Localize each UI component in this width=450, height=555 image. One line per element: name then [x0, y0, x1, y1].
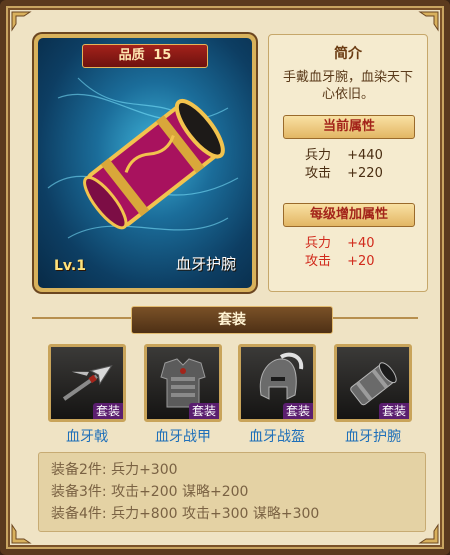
set-bonus-line: 装备3件: 攻击+200 谋略+200 [51, 484, 249, 500]
growth-stat-row: 兵力 +40 [305, 235, 375, 253]
set-piece-slot[interactable]: 套装 [144, 344, 222, 422]
set-piece-name[interactable]: 血牙戟 [48, 426, 126, 446]
quality-label: 品质 [118, 48, 145, 63]
stat-value: +20 [347, 254, 375, 269]
set-piece-slot[interactable]: 套装 [238, 344, 316, 422]
growth-stat-row: 攻击 +20 [305, 253, 375, 271]
set-bonus-line: 装备4件: 兵力+800 攻击+300 谋略+300 [51, 506, 320, 522]
corner-ornament-icon [418, 10, 440, 32]
set-piece-name[interactable]: 血牙战盔 [238, 426, 316, 446]
set-piece-halberd[interactable]: 套装 血牙戟 [48, 344, 126, 446]
stat-value: +40 [347, 236, 375, 251]
set-piece-helmet[interactable]: 套装 血牙战盔 [238, 344, 316, 446]
item-description: 手戴血牙腕，血染天下心依旧。 [282, 70, 413, 102]
corner-ornament-icon [10, 523, 32, 545]
corner-ornament-icon [10, 10, 32, 32]
bracer-icon [47, 77, 239, 239]
set-tag: 套装 [92, 403, 123, 419]
item-detail-panel: 品质 15 Lv.1 血牙护腕 简介 手戴血牙腕，血染天下心依旧。 当前属性 兵… [0, 0, 450, 555]
stat-key: 攻击 [305, 254, 332, 269]
set-piece-name[interactable]: 血牙战甲 [144, 426, 222, 446]
quality-value: 15 [153, 48, 172, 63]
set-piece-bracer[interactable]: 套装 血牙护腕 [334, 344, 412, 446]
stat-key: 攻击 [305, 166, 332, 181]
stat-value: +220 [347, 166, 383, 181]
set-tag: 套装 [188, 403, 219, 419]
stat-row: 兵力 +440 [305, 147, 383, 165]
quality-badge: 品质 15 [82, 44, 208, 68]
set-bonus-line: 装备2件: 兵力+300 [51, 462, 178, 478]
item-card: 品质 15 Lv.1 血牙护腕 [34, 34, 256, 292]
info-title: 简介 [334, 46, 362, 62]
set-tag: 套装 [378, 403, 409, 419]
set-title: 套装 [131, 306, 333, 334]
stat-key: 兵力 [305, 148, 332, 163]
set-bonus-box: 装备2件: 兵力+300 装备3件: 攻击+200 谋略+200 装备4件: 兵… [38, 452, 426, 532]
set-piece-name[interactable]: 血牙护腕 [334, 426, 412, 446]
item-level: Lv.1 [54, 258, 86, 274]
stat-key: 兵力 [305, 236, 332, 251]
stat-value: +440 [347, 148, 383, 163]
item-card-art: 品质 15 Lv.1 血牙护腕 [38, 38, 252, 288]
set-piece-slot[interactable]: 套装 [48, 344, 126, 422]
stat-row: 攻击 +220 [305, 165, 383, 183]
growth-stats-header: 每级增加属性 [283, 203, 415, 227]
set-piece-slot[interactable]: 套装 [334, 344, 412, 422]
item-info-panel: 简介 手戴血牙腕，血染天下心依旧。 当前属性 兵力 +440 攻击 +220 每… [268, 34, 428, 292]
current-stats-header: 当前属性 [283, 115, 415, 139]
set-tag: 套装 [282, 403, 313, 419]
item-name: 血牙护腕 [175, 255, 236, 273]
set-piece-armor[interactable]: 套装 血牙战甲 [144, 344, 222, 446]
